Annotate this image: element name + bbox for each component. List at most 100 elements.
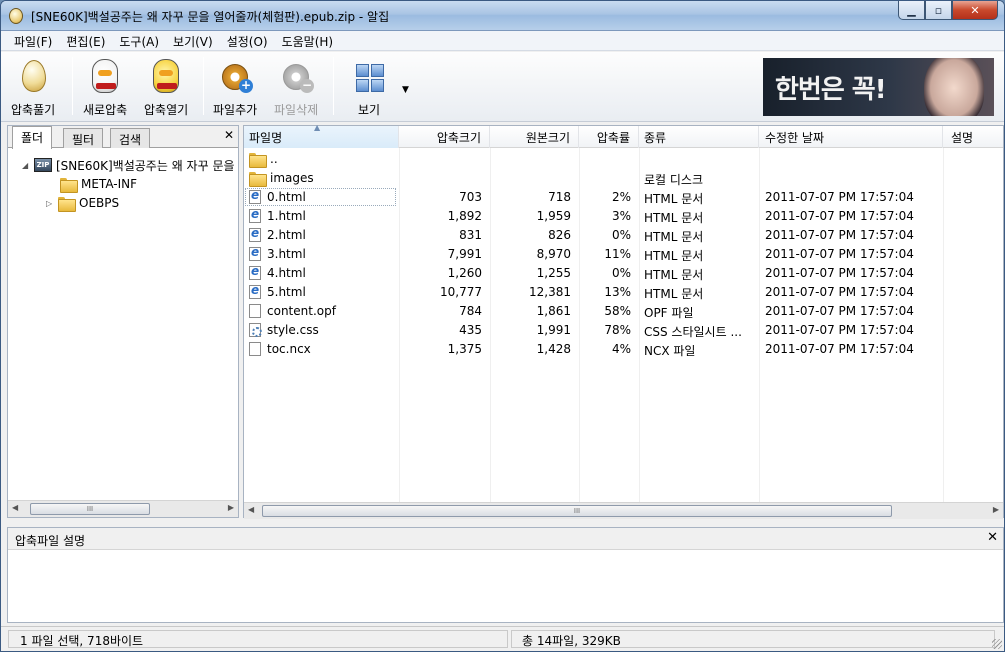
file-name-cell[interactable]: 1.html	[249, 207, 306, 223]
folder-icon	[60, 177, 78, 193]
file-row[interactable]: content.opf 784 1,861 58% OPF 파일 2011-07-07 P…	[244, 302, 1003, 321]
menu-file[interactable]: 파일(F)	[7, 31, 59, 50]
file-name-cell[interactable]: images	[249, 171, 314, 187]
scroll-thumb[interactable]: III	[262, 505, 892, 517]
file-name-cell[interactable]: ..	[249, 152, 278, 168]
banner-portrait	[924, 58, 984, 116]
type-cell: HTML 문서	[644, 192, 704, 206]
ratio-cell: 3%	[611, 209, 631, 223]
view-dropdown-arrow-icon[interactable]: ▼	[402, 85, 409, 95]
toolbar-separator	[203, 57, 204, 115]
resize-grip-icon[interactable]	[992, 639, 1002, 649]
column-header-ratio[interactable]: 압축률	[579, 126, 639, 148]
file-row[interactable]: 5.html 10,777 12,381 13% HTML 문서 2011-07-07 P…	[244, 283, 1003, 302]
add-file-button[interactable]: + 파일추가	[213, 55, 257, 119]
description-pane-close-icon[interactable]: ✕	[987, 530, 998, 545]
scroll-thumb[interactable]: III	[30, 503, 150, 515]
menu-settings[interactable]: 설정(O)	[220, 31, 275, 50]
folder-pane-close-icon[interactable]: ✕	[224, 128, 234, 142]
file-row[interactable]: 3.html 7,991 8,970 11% HTML 문서 2011-07-07 PM …	[244, 245, 1003, 264]
file-row[interactable]: 0.html 703 718 2% HTML 문서 2011-07-07 PM 17:57…	[244, 188, 1003, 207]
extract-label: 압축풀기	[11, 103, 56, 117]
file-name: 3.html	[267, 247, 306, 261]
new-archive-button[interactable]: 새로압축	[83, 55, 127, 119]
file-name: toc.ncx	[267, 342, 311, 356]
file-row[interactable]: 4.html 1,260 1,255 0% HTML 문서 2011-07-07 PM 1…	[244, 264, 1003, 283]
status-bar: 1 파일 선택, 718바이트 총 14파일, 329KB	[1, 626, 1004, 651]
extract-button[interactable]: 압축풀기	[11, 55, 55, 119]
column-header-original-size[interactable]: 원본크기	[490, 126, 579, 148]
view-label: 보기	[357, 103, 381, 117]
maximize-button[interactable]: ▫	[925, 1, 952, 20]
file-name: images	[270, 171, 314, 185]
modified-date-cell: 2011-07-07 PM 17:57:04	[765, 285, 914, 299]
packed-size-cell: 7,991	[447, 247, 482, 261]
title-bar[interactable]: [SNE60K]백설공주는 왜 자꾸 문을 열어줄까(체험판).epub.zip…	[1, 1, 1004, 31]
scroll-left-arrow-icon[interactable]: ◀	[12, 503, 18, 512]
modified-date-cell: 2011-07-07 PM 17:57:04	[765, 304, 914, 318]
menu-bar: 파일(F) 편집(E) 도구(A) 보기(V) 설정(O) 도움말(H)	[1, 31, 1004, 51]
app-window: [SNE60K]백설공주는 왜 자꾸 문을 열어줄까(체험판).epub.zip…	[0, 0, 1005, 652]
column-header-modified-date[interactable]: 수정한 날짜	[759, 126, 943, 148]
type-cell: HTML 문서	[644, 249, 704, 263]
file-name-cell[interactable]: 5.html	[249, 283, 306, 299]
view-button[interactable]: 보기	[351, 55, 387, 119]
column-header-type[interactable]: 종류	[639, 126, 759, 148]
file-name-cell[interactable]: 0.html	[249, 188, 306, 204]
packed-size-cell: 831	[459, 228, 482, 242]
file-name-cell[interactable]: toc.ncx	[249, 342, 311, 356]
status-total: 총 14파일, 329KB	[511, 630, 995, 648]
file-row[interactable]: style.css 435 1,991 78% CSS 스타일시트 ... 2011-07…	[244, 321, 1003, 340]
ad-banner[interactable]: 한번은 꼭!	[763, 58, 994, 116]
menu-tools[interactable]: 도구(A)	[112, 31, 166, 50]
modified-date-cell: 2011-07-07 PM 17:57:04	[765, 342, 914, 356]
html-document-icon	[249, 245, 261, 261]
menu-help[interactable]: 도움말(H)	[275, 31, 341, 50]
tab-filter[interactable]: 필터	[63, 128, 104, 148]
column-header-packed-size[interactable]: 압축크기	[399, 126, 490, 148]
folder-pane-horizontal-scrollbar[interactable]: ◀ III ▶	[8, 500, 238, 517]
tab-folder[interactable]: 폴더	[12, 126, 53, 149]
packed-size-cell: 1,260	[447, 266, 482, 280]
alzip-app-icon[interactable]	[9, 8, 23, 24]
file-name-cell[interactable]: content.opf	[249, 304, 336, 318]
original-size-cell: 1,991	[536, 323, 571, 337]
file-row[interactable]: 2.html 831 826 0% HTML 문서 2011-07-07 PM 17:57…	[244, 226, 1003, 245]
scroll-left-arrow-icon[interactable]: ◀	[248, 505, 254, 514]
file-name-cell[interactable]: 3.html	[249, 245, 306, 261]
scroll-right-arrow-icon[interactable]: ▶	[993, 505, 999, 514]
file-name-cell[interactable]: 4.html	[249, 264, 306, 280]
tab-search[interactable]: 검색	[110, 128, 151, 148]
collapse-arrow-icon[interactable]: ◢	[22, 161, 32, 170]
open-archive-button[interactable]: 압축열기	[144, 55, 188, 119]
file-row[interactable]: images 로컬 디스크	[244, 169, 1003, 188]
tree-item-meta-inf[interactable]: META-INF	[60, 175, 137, 193]
tree-item-archive-root[interactable]: ◢ ZIP [SNE60K]백설공주는 왜 자꾸 문을	[22, 156, 235, 174]
scroll-right-arrow-icon[interactable]: ▶	[228, 503, 234, 512]
html-document-icon	[249, 188, 261, 204]
type-cell: HTML 문서	[644, 268, 704, 282]
modified-date-cell: 2011-07-07 PM 17:57:04	[765, 247, 914, 261]
file-name-cell[interactable]: style.css	[249, 323, 319, 337]
menu-view[interactable]: 보기(V)	[166, 31, 220, 50]
folder-icon	[249, 171, 267, 187]
file-name-cell[interactable]: 2.html	[249, 226, 306, 242]
delete-file-button[interactable]: − 파일삭제	[274, 55, 318, 119]
file-name: content.opf	[267, 304, 336, 318]
column-header-name[interactable]: ▲ 파일명	[244, 123, 399, 148]
file-name: ..	[270, 152, 278, 166]
close-window-button[interactable]: ✕	[952, 1, 998, 20]
menu-edit[interactable]: 편집(E)	[59, 31, 112, 50]
minimize-button[interactable]: ▁	[898, 1, 925, 20]
file-row[interactable]: ..	[244, 150, 1003, 169]
file-row[interactable]: toc.ncx 1,375 1,428 4% NCX 파일 2011-07-07 PM 1…	[244, 340, 1003, 359]
expand-arrow-icon[interactable]: ▷	[46, 199, 56, 208]
modified-date-cell: 2011-07-07 PM 17:57:04	[765, 266, 914, 280]
folder-tree: ◢ ZIP [SNE60K]백설공주는 왜 자꾸 문을 META-INF ▷ O…	[8, 150, 238, 500]
file-row[interactable]: 1.html 1,892 1,959 3% HTML 문서 2011-07-07 PM 1…	[244, 207, 1003, 226]
file-list-horizontal-scrollbar[interactable]: ◀ III ▶	[244, 502, 1003, 519]
html-document-icon	[249, 283, 261, 299]
column-header-description[interactable]: 설명	[943, 126, 1003, 148]
tree-item-oebps[interactable]: ▷ OEBPS	[46, 194, 119, 212]
original-size-cell: 1,959	[536, 209, 571, 223]
